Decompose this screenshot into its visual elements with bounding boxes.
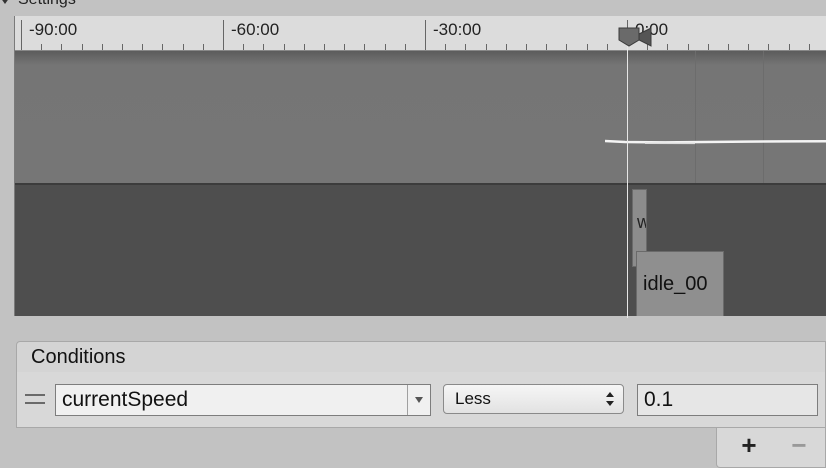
- minor-tick: [122, 44, 123, 50]
- settings-label: Settings: [18, 0, 76, 9]
- minor-tick: [182, 44, 184, 50]
- minor-tick: [546, 44, 548, 50]
- minor-tick: [667, 44, 669, 50]
- minor-tick: [404, 44, 406, 50]
- minor-tick: [41, 44, 43, 50]
- minor-tick: [384, 44, 386, 50]
- minor-tick: [303, 44, 305, 50]
- minor-tick: [687, 44, 689, 50]
- threshold-value: 0.1: [644, 388, 674, 411]
- major-tick: [425, 20, 426, 50]
- minor-tick: [465, 44, 467, 50]
- minor-tick: [324, 44, 325, 50]
- add-condition-button[interactable]: +: [737, 432, 761, 458]
- ruler-label: -60:00: [231, 20, 280, 39]
- minor-tick: [344, 44, 346, 50]
- minor-tick: [243, 44, 245, 50]
- clip-track: w idle_00: [15, 185, 826, 316]
- minor-tick: [788, 44, 790, 50]
- playhead-icon[interactable]: [617, 26, 653, 48]
- grid-line: [763, 51, 764, 183]
- comparison-mode-select[interactable]: Less: [443, 384, 624, 414]
- conditions-panel: Conditions currentSpeed Less 0.1: [16, 341, 826, 429]
- drag-handle-icon[interactable]: [25, 394, 45, 404]
- next-state-clip[interactable]: idle_00: [636, 251, 724, 316]
- add-remove-footer: + −: [716, 428, 826, 468]
- foldout-triangle-icon: [0, 0, 10, 4]
- minor-tick: [707, 44, 709, 50]
- minor-tick: [81, 44, 83, 50]
- conditions-header: Conditions: [16, 341, 826, 373]
- parameter-curve-track: [15, 51, 826, 185]
- major-tick: [223, 20, 224, 50]
- chevron-down-icon[interactable]: [407, 385, 430, 415]
- parameter-dropdown[interactable]: currentSpeed: [55, 384, 431, 416]
- minor-tick: [566, 44, 568, 50]
- updown-arrows-icon: [606, 392, 614, 406]
- minor-tick: [445, 44, 447, 50]
- minor-tick: [202, 44, 204, 50]
- minor-tick: [101, 44, 103, 50]
- minor-tick: [808, 44, 810, 50]
- minor-tick: [364, 44, 366, 50]
- minor-tick: [142, 44, 144, 50]
- minor-tick: [485, 44, 487, 50]
- parameter-value: currentSpeed: [62, 388, 189, 411]
- time-ruler[interactable]: -90:00 -60:00 -30:00 0:00: [15, 16, 826, 51]
- minor-tick: [728, 44, 729, 50]
- remove-condition-button[interactable]: −: [787, 432, 811, 458]
- minor-tick: [586, 44, 588, 50]
- ruler-label: -90:00: [29, 20, 78, 39]
- ruler-label: -30:00: [433, 20, 482, 39]
- minor-tick: [162, 44, 164, 50]
- transition-timeline[interactable]: -90:00 -60:00 -30:00 0:00 w idle_00: [14, 16, 826, 318]
- threshold-value-field[interactable]: 0.1: [637, 384, 818, 416]
- minor-tick: [505, 44, 507, 50]
- minor-tick: [283, 44, 285, 50]
- minor-tick: [526, 44, 527, 50]
- playhead-line: [627, 38, 628, 318]
- speed-curve: [605, 139, 826, 145]
- condition-row: currentSpeed Less 0.1: [16, 372, 826, 428]
- major-tick: [21, 20, 22, 50]
- minor-tick: [61, 44, 63, 50]
- grid-line: [695, 51, 696, 183]
- minor-tick: [263, 44, 265, 50]
- comparison-mode-value: Less: [455, 389, 491, 408]
- minor-tick: [768, 44, 770, 50]
- minor-tick: [748, 44, 750, 50]
- settings-foldout[interactable]: Settings: [0, 0, 76, 8]
- minor-tick: [606, 44, 608, 50]
